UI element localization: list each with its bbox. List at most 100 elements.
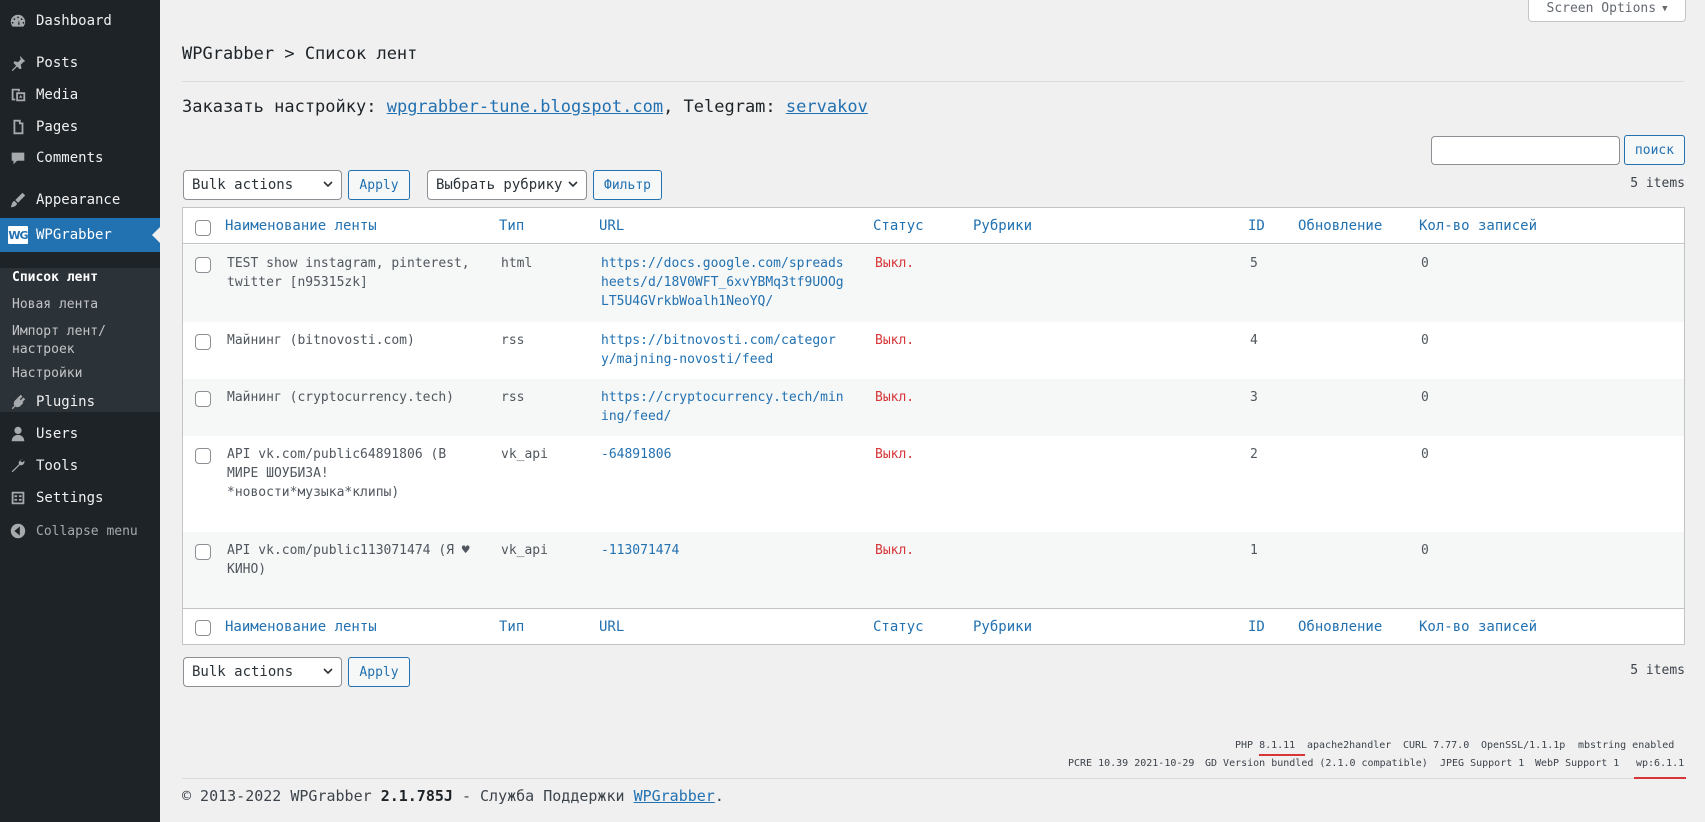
column-url[interactable]: URL xyxy=(599,218,624,234)
column-type[interactable]: Тип xyxy=(499,619,524,635)
screen-options-button[interactable]: Screen Options ▼ xyxy=(1528,0,1686,22)
sidebar-item-label: Users xyxy=(36,426,79,442)
submenu-item-settings[interactable]: Настройки xyxy=(12,365,152,383)
feed-name[interactable]: TEST show instagram, pinterest, twitter … xyxy=(227,254,483,292)
collapse-icon xyxy=(8,521,28,541)
brush-icon xyxy=(8,190,28,210)
sidebar-item-label: Plugins xyxy=(36,394,96,410)
sidebar-item-wpgrabber[interactable]: WG WPGrabber xyxy=(0,218,160,252)
apply-button-bottom[interactable]: Apply xyxy=(348,657,410,687)
column-status[interactable]: Статус xyxy=(873,218,924,234)
table-footer: Наименование ленты Тип URL Статус Рубрик… xyxy=(183,608,1684,644)
feed-url[interactable]: https://cryptocurrency.tech/mining/feed/ xyxy=(601,388,851,426)
feed-name[interactable]: API vk.com/public113071474 (Я ♥ КИНО) xyxy=(227,541,483,579)
sidebar-item-plugins[interactable]: Plugins xyxy=(0,385,160,419)
sidebar-item-dashboard[interactable]: Dashboard xyxy=(0,4,160,38)
submenu-item-import[interactable]: Импорт лент/ настроек xyxy=(12,323,152,359)
select-all-checkbox[interactable] xyxy=(195,220,211,236)
dashboard-icon xyxy=(8,11,28,31)
column-categories[interactable]: Рубрики xyxy=(973,619,1032,635)
column-id[interactable]: ID xyxy=(1248,218,1265,234)
feed-name[interactable]: Майнинг (bitnovosti.com) xyxy=(227,331,483,350)
column-name[interactable]: Наименование ленты xyxy=(225,218,377,234)
column-categories[interactable]: Рубрики xyxy=(973,218,1032,234)
chevron-down-icon xyxy=(321,177,335,191)
media-icon xyxy=(8,85,28,105)
row-checkbox[interactable] xyxy=(195,544,211,560)
feed-status: Выкл. xyxy=(875,333,915,348)
column-count[interactable]: Кол-во записей xyxy=(1419,619,1537,635)
bulk-actions-select-bottom[interactable]: Bulk actions xyxy=(183,657,342,687)
column-status[interactable]: Статус xyxy=(873,619,924,635)
telegram-link[interactable]: servakov xyxy=(786,97,868,117)
apply-button[interactable]: Apply xyxy=(348,170,410,200)
feed-type: html xyxy=(501,256,533,271)
collapse-menu-button[interactable]: Collapse menu xyxy=(0,514,160,548)
row-checkbox[interactable] xyxy=(195,391,211,407)
sidebar-item-label: Pages xyxy=(36,119,79,135)
sidebar-item-tools[interactable]: Tools xyxy=(0,449,160,483)
feed-name[interactable]: Майнинг (cryptocurrency.tech) xyxy=(227,388,483,407)
sidebar-item-pages[interactable]: Pages xyxy=(0,110,160,144)
sidebar-item-media[interactable]: Media xyxy=(0,78,160,112)
feed-id: 5 xyxy=(1250,256,1258,271)
search-input[interactable] xyxy=(1431,136,1620,165)
sys-curl: CURL 7.77.0 xyxy=(1403,740,1470,751)
pages-icon xyxy=(8,117,28,137)
order-link[interactable]: wpgrabber-tune.blogspot.com xyxy=(387,97,663,117)
column-updated[interactable]: Обновление xyxy=(1298,619,1382,635)
feed-id: 2 xyxy=(1250,447,1258,462)
sidebar-item-appearance[interactable]: Appearance xyxy=(0,183,160,217)
plugin-icon xyxy=(8,392,28,412)
search-button[interactable]: поиск xyxy=(1624,135,1685,165)
feed-type: vk_api xyxy=(501,447,548,462)
bulk-actions-select[interactable]: Bulk actions xyxy=(183,170,342,200)
footer: © 2013-2022 WPGrabber 2.1.785J - Служба … xyxy=(182,787,724,805)
sys-openssl: OpenSSL/1.1.1p xyxy=(1481,740,1566,751)
row-checkbox[interactable] xyxy=(195,448,211,464)
column-count[interactable]: Кол-во записей xyxy=(1419,218,1537,234)
user-icon xyxy=(8,424,28,444)
row-checkbox[interactable] xyxy=(195,334,211,350)
feed-url[interactable]: https://docs.google.com/spreadsheets/d/1… xyxy=(601,254,851,311)
category-select[interactable]: Выбрать рубрику xyxy=(427,170,587,200)
footer-version: 2.1.785J xyxy=(380,787,453,805)
feed-count: 0 xyxy=(1421,390,1429,405)
filter-button[interactable]: Фильтр xyxy=(593,170,662,200)
feed-url[interactable]: https://bitnovosti.com/category/majning-… xyxy=(601,331,851,369)
sidebar-item-posts[interactable]: Posts xyxy=(0,46,160,80)
wrench-icon xyxy=(8,456,28,476)
feed-count: 0 xyxy=(1421,543,1429,558)
column-id[interactable]: ID xyxy=(1248,619,1265,635)
feed-status: Выкл. xyxy=(875,256,915,271)
feed-url[interactable]: -64891806 xyxy=(601,445,851,464)
collapse-label: Collapse menu xyxy=(36,523,138,539)
pin-icon xyxy=(8,53,28,73)
column-type[interactable]: Тип xyxy=(499,218,524,234)
feed-name[interactable]: API vk.com/public64891806 (В МИРЕ ШОУБИЗ… xyxy=(227,445,457,502)
table-header: Наименование ленты Тип URL Статус Рубрик… xyxy=(183,208,1684,244)
wp-version-underline xyxy=(1634,777,1686,779)
column-name[interactable]: Наименование ленты xyxy=(225,619,377,635)
row-checkbox[interactable] xyxy=(195,257,211,273)
submenu-item-new-feed[interactable]: Новая лента xyxy=(12,296,152,314)
column-url[interactable]: URL xyxy=(599,619,624,635)
footer-support-link[interactable]: WPGrabber xyxy=(634,787,715,805)
footer-divider xyxy=(182,778,1634,779)
sys-pcre: PCRE 10.39 2021-10-29 xyxy=(1068,758,1195,769)
items-count: 5 items xyxy=(1630,176,1685,191)
column-updated[interactable]: Обновление xyxy=(1298,218,1382,234)
feed-url[interactable]: -113071474 xyxy=(601,541,851,560)
table-row: TEST show instagram, pinterest, twitter … xyxy=(183,245,1684,322)
caret-down-icon: ▼ xyxy=(1662,3,1668,14)
sys-jpeg: JPEG Support 1 xyxy=(1440,758,1525,769)
sidebar-item-users[interactable]: Users xyxy=(0,417,160,451)
sys-wp-version: wp:6.1.1 xyxy=(1636,758,1685,769)
submenu-item-feed-list[interactable]: Список лент xyxy=(12,269,152,287)
sidebar-item-comments[interactable]: Comments xyxy=(0,141,160,175)
comment-icon xyxy=(8,148,28,168)
select-all-checkbox[interactable] xyxy=(195,620,211,636)
divider xyxy=(182,81,1684,82)
sidebar-item-settings[interactable]: Settings xyxy=(0,481,160,515)
screen-options-label: Screen Options xyxy=(1546,1,1657,16)
